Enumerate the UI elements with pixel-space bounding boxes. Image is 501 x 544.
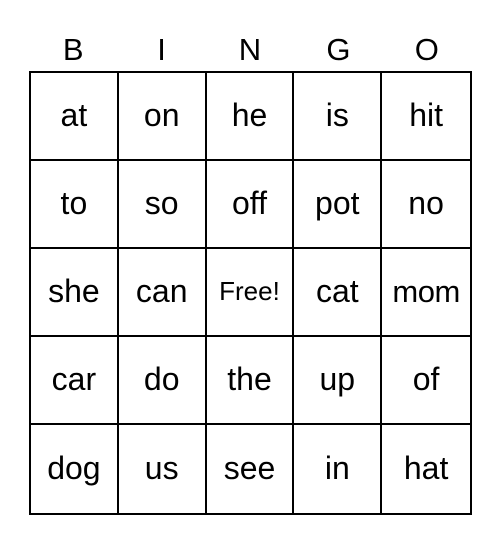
bingo-cell[interactable]: so: [118, 161, 207, 249]
bingo-cell[interactable]: is: [294, 73, 383, 161]
header-letter-o: O: [414, 31, 439, 67]
bingo-cell[interactable]: pot: [294, 161, 383, 249]
bingo-cell[interactable]: car: [31, 337, 119, 425]
bingo-cell[interactable]: up: [294, 337, 383, 425]
bingo-cell[interactable]: in: [294, 425, 383, 513]
bingo-cell[interactable]: cat: [294, 249, 383, 337]
header-letter-g: G: [326, 31, 351, 67]
bingo-cell[interactable]: can: [118, 249, 207, 337]
free-space-cell[interactable]: Free!: [206, 249, 295, 337]
header-letter-b: B: [62, 31, 84, 67]
bingo-cell[interactable]: do: [118, 337, 207, 425]
bingo-cell[interactable]: he: [206, 73, 295, 161]
header-letter-i: I: [157, 31, 166, 67]
bingo-cell[interactable]: of: [382, 337, 470, 425]
bingo-cell[interactable]: on: [118, 73, 207, 161]
bingo-cell[interactable]: to: [31, 161, 119, 249]
bingo-grid: at on he is hit to so off pot no she can…: [29, 71, 472, 515]
bingo-cell[interactable]: at: [31, 73, 119, 161]
bingo-header: B I N G O: [29, 28, 471, 70]
bingo-cell[interactable]: us: [119, 425, 207, 513]
bingo-cell[interactable]: hit: [382, 73, 470, 161]
bingo-cell[interactable]: see: [207, 425, 295, 513]
bingo-cell[interactable]: the: [206, 337, 295, 425]
bingo-cell[interactable]: dog: [31, 425, 119, 513]
bingo-cell[interactable]: no: [382, 161, 470, 249]
bingo-cell[interactable]: mom: [382, 249, 470, 337]
bingo-cell[interactable]: off: [206, 161, 295, 249]
bingo-cell[interactable]: hat: [382, 425, 470, 513]
bingo-cell[interactable]: she: [31, 249, 119, 337]
header-letter-n: N: [238, 31, 262, 67]
